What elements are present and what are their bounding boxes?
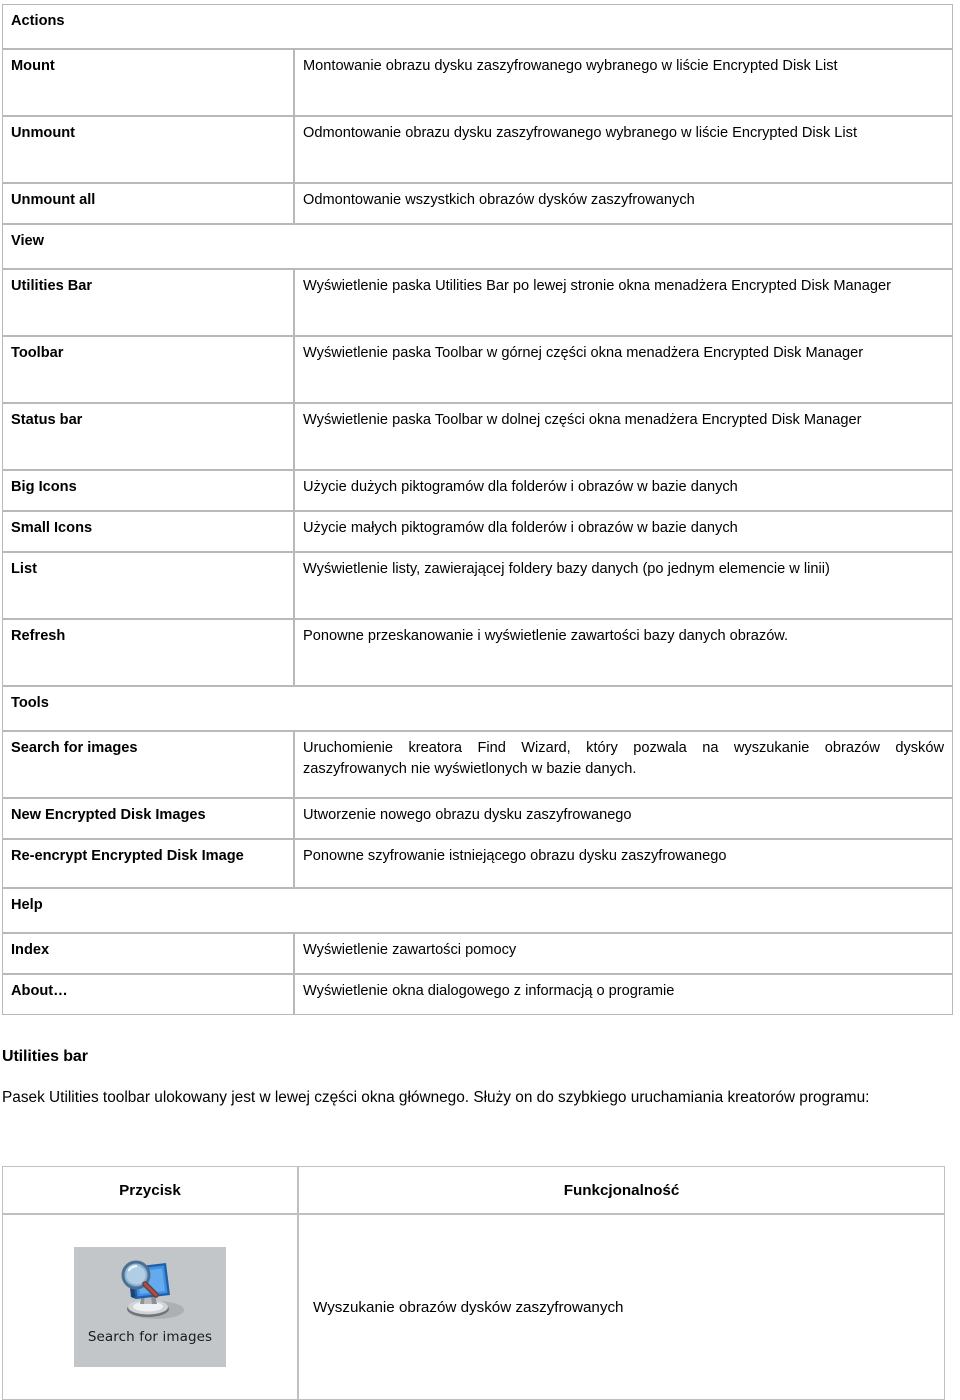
menu-item-new-encrypted-disk-images: New Encrypted Disk Images — [2, 798, 294, 839]
menu-item-search-for-images: Search for images — [2, 731, 294, 798]
menu-item-toolbar-description: Wyświetlenie paska Toolbar w górnej częś… — [294, 336, 954, 403]
section-header-help: Help — [2, 888, 954, 933]
menu-item-refresh-description: Ponowne przeskanowanie i wyświetlenie za… — [294, 619, 954, 686]
menu-item-refresh: Refresh — [2, 619, 294, 686]
table-row: Unmount Odmontowanie obrazu dysku zaszyf… — [2, 116, 954, 183]
section-header-tools: Tools — [2, 686, 954, 731]
menu-item-list-description: Wyświetlenie listy, zawierającej foldery… — [294, 552, 954, 619]
table-section-row: Tools — [2, 686, 954, 731]
menu-item-about: About… — [2, 974, 294, 1015]
menu-item-unmount: Unmount — [2, 116, 294, 183]
menu-item-utilities-bar-description: Wyświetlenie paska Utilities Bar po lewe… — [294, 269, 954, 336]
table-row: Status bar Wyświetlenie paska Toolbar w … — [2, 403, 954, 470]
menu-item-search-for-images-description: Uruchomienie kreatora Find Wizard, który… — [294, 731, 954, 798]
utilities-bar-paragraph: Pasek Utilities toolbar ulokowany jest w… — [2, 1089, 870, 1106]
menu-item-status-bar: Status bar — [2, 403, 294, 470]
table-row: Index Wyświetlenie zawartości pomocy — [2, 933, 954, 974]
table-row: Refresh Ponowne przeskanowanie i wyświet… — [2, 619, 954, 686]
utilities-button-table-body: Przycisk Funkcjonalność Search for image… — [2, 1166, 945, 1400]
search-for-images-button[interactable]: Search for images — [74, 1247, 226, 1367]
table-row: Unmount all Odmontowanie wszystkich obra… — [2, 183, 954, 224]
button-cell: Search for images — [2, 1214, 298, 1400]
table-section-row: Help — [2, 888, 954, 933]
utilities-button-table: Przycisk Funkcjonalność Search for image… — [2, 1166, 945, 1400]
menu-item-big-icons: Big Icons — [2, 470, 294, 511]
menu-item-small-icons-description: Użycie małych piktogramów dla folderów i… — [294, 511, 954, 552]
menu-item-re-encrypt-encrypted-disk-image-description: Ponowne szyfrowanie istniejącego obrazu … — [294, 839, 954, 888]
search-for-images-button-label: Search for images — [87, 1329, 213, 1345]
document-page: Actions Mount Montowanie obrazu dysku za… — [0, 0, 960, 1400]
section-header-view: View — [2, 224, 954, 269]
menu-item-mount-description: Montowanie obrazu dysku zaszyfrowanego w… — [294, 49, 954, 116]
table-section-row: Actions — [2, 4, 954, 49]
menu-item-new-encrypted-disk-images-description: Utworzenie nowego obrazu dysku zaszyfrow… — [294, 798, 954, 839]
table-row: List Wyświetlenie listy, zawierającej fo… — [2, 552, 954, 619]
menu-item-unmount-all: Unmount all — [2, 183, 294, 224]
menu-item-index: Index — [2, 933, 294, 974]
menu-item-small-icons: Small Icons — [2, 511, 294, 552]
table-row: Search for images Uruchomienie kreatora … — [2, 731, 954, 798]
table-row: About… Wyświetlenie okna dialogowego z i… — [2, 974, 954, 1015]
section-header-actions: Actions — [2, 4, 954, 49]
table-row: Utilities Bar Wyświetlenie paska Utiliti… — [2, 269, 954, 336]
menu-item-utilities-bar: Utilities Bar — [2, 269, 294, 336]
menu-reference-table: Actions Mount Montowanie obrazu dysku za… — [2, 4, 954, 1015]
monitor-magnifier-icon — [74, 1253, 226, 1327]
table-row: Small Icons Użycie małych piktogramów dl… — [2, 511, 954, 552]
button-description-cell: Wyszukanie obrazów dysków zaszyfrowanych — [298, 1214, 945, 1400]
menu-item-about-description: Wyświetlenie okna dialogowego z informac… — [294, 974, 954, 1015]
menu-item-list: List — [2, 552, 294, 619]
menu-item-status-bar-description: Wyświetlenie paska Toolbar w dolnej częś… — [294, 403, 954, 470]
column-header-przycisk: Przycisk — [2, 1166, 298, 1214]
table-row: Toolbar Wyświetlenie paska Toolbar w gór… — [2, 336, 954, 403]
utilities-bar-heading: Utilities bar — [2, 1048, 88, 1065]
menu-item-mount: Mount — [2, 49, 294, 116]
menu-item-re-encrypt-encrypted-disk-image: Re-encrypt Encrypted Disk Image — [2, 839, 294, 888]
menu-item-index-description: Wyświetlenie zawartości pomocy — [294, 933, 954, 974]
menu-table-body: Actions Mount Montowanie obrazu dysku za… — [2, 4, 954, 1015]
table-section-row: View — [2, 224, 954, 269]
table-row: Search for images Wyszukanie obrazów dys… — [2, 1214, 945, 1400]
menu-item-unmount-all-description: Odmontowanie wszystkich obrazów dysków z… — [294, 183, 954, 224]
menu-item-big-icons-description: Użycie dużych piktogramów dla folderów i… — [294, 470, 954, 511]
table-row: Big Icons Użycie dużych piktogramów dla … — [2, 470, 954, 511]
table-header-row: Przycisk Funkcjonalność — [2, 1166, 945, 1214]
menu-item-unmount-description: Odmontowanie obrazu dysku zaszyfrowanego… — [294, 116, 954, 183]
column-header-funkcjonalnosc: Funkcjonalność — [298, 1166, 945, 1214]
table-row: New Encrypted Disk Images Utworzenie now… — [2, 798, 954, 839]
table-row: Mount Montowanie obrazu dysku zaszyfrowa… — [2, 49, 954, 116]
table-row: Re-encrypt Encrypted Disk Image Ponowne … — [2, 839, 954, 888]
menu-item-toolbar: Toolbar — [2, 336, 294, 403]
